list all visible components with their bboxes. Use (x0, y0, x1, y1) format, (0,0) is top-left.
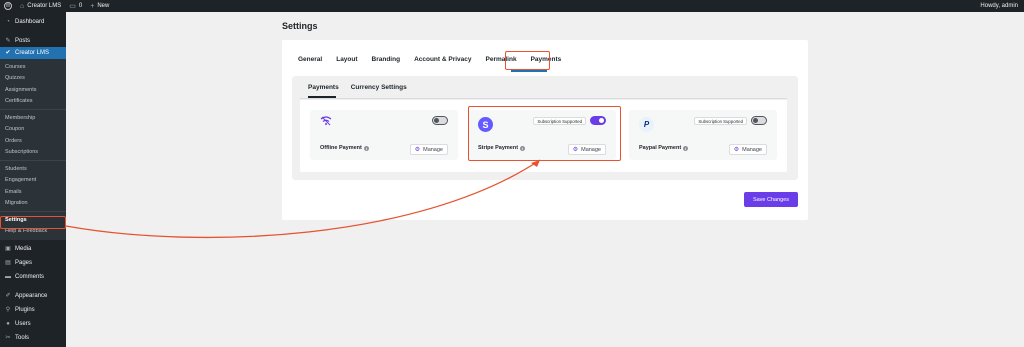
submenu-orders[interactable]: Orders (0, 135, 66, 147)
submenu-engagement[interactable]: Engagement (0, 175, 66, 187)
pin-icon: ✎ (5, 38, 11, 44)
save-changes-button[interactable]: Save Changes (744, 192, 798, 207)
sidebar-item-media[interactable]: ▣ Media (0, 243, 66, 255)
sidebar-item-tools[interactable]: ✂ Tools (0, 332, 66, 344)
page-title: Settings (282, 21, 318, 31)
pages-icon: ▤ (5, 260, 11, 266)
sidebar-item-plugins[interactable]: ⚲ Plugins (0, 304, 66, 316)
toggle-knob (599, 118, 604, 123)
active-tab-indicator (511, 70, 547, 72)
sidebar-item-appearance[interactable]: ✐ Appearance (0, 290, 66, 302)
payments-subtabs: Payments Currency Settings (308, 84, 419, 91)
tab-account-privacy[interactable]: Account & Privacy (414, 54, 471, 65)
comments-link[interactable]: ▭ 0 (69, 3, 82, 10)
submenu-subscriptions[interactable]: Subscriptions (0, 147, 66, 159)
subscription-badge: Subscription Supported (533, 117, 586, 125)
submenu-emails[interactable]: Emails (0, 186, 66, 198)
submenu-divider (0, 160, 66, 161)
submenu-migration[interactable]: Migration (0, 198, 66, 210)
tab-permalink[interactable]: Permalink (486, 54, 517, 65)
submenu-courses[interactable]: Courses (0, 61, 66, 73)
sidebar-item-posts[interactable]: ✎ Posts (0, 35, 66, 47)
creator-lms-icon: ✔ (5, 50, 11, 56)
gear-icon: ⚙ (733, 146, 740, 153)
submenu-divider (0, 211, 66, 212)
toggle-knob (753, 118, 758, 123)
brush-icon: ✐ (5, 293, 11, 299)
subscription-badge: Subscription Supported (694, 117, 747, 125)
info-icon[interactable]: i (363, 145, 369, 151)
info-icon[interactable]: i (683, 145, 689, 151)
gateway-card-paypal: P Subscription Supported Paypal Payment … (629, 110, 777, 160)
toggle-knob (434, 118, 439, 123)
submenu-assignments[interactable]: Assignments (0, 84, 66, 96)
stripe-manage-button[interactable]: ⚙ Manage (567, 144, 606, 155)
plus-icon: + (90, 2, 95, 10)
site-name-link[interactable]: ⌂ Creator LMS (20, 3, 61, 10)
media-icon: ▣ (5, 246, 11, 252)
gateway-card-offline: Offline Payment i ⚙ Manage (310, 110, 458, 160)
comments-icon: ▬ (5, 274, 11, 280)
wordpress-logo-icon[interactable]: W (4, 2, 12, 10)
sidebar-item-dashboard[interactable]: ◔ Dashboard (0, 16, 66, 28)
submenu-students[interactable]: Students (0, 163, 66, 175)
sidebar-item-pages[interactable]: ▤ Pages (0, 257, 66, 269)
active-subtab-indicator (308, 96, 336, 98)
paypal-logo: P (639, 117, 654, 132)
info-icon[interactable]: i (520, 145, 526, 151)
home-icon: ⌂ (20, 2, 25, 10)
stripe-logo: S (478, 117, 493, 132)
subtab-payments[interactable]: Payments (308, 84, 339, 91)
gear-icon: ⚙ (414, 146, 421, 153)
admin-bar: W ⌂ Creator LMS ▭ 0 + New Howdy, admin (0, 0, 1024, 12)
stripe-payment-toggle[interactable] (590, 116, 606, 125)
creator-lms-submenu: Courses Quizzes Assignments Certificates… (0, 59, 66, 240)
paypal-manage-button[interactable]: ⚙ Manage (728, 144, 767, 155)
users-icon: ● (6, 321, 10, 327)
paypal-payment-toggle[interactable] (751, 116, 767, 125)
subtab-currency-settings[interactable]: Currency Settings (351, 84, 407, 91)
submenu-coupon[interactable]: Coupon (0, 124, 66, 136)
submenu-certificates[interactable]: Certificates (0, 96, 66, 108)
payments-section: Payments Currency Settings Offline Payme… (292, 76, 798, 180)
submenu-quizzes[interactable]: Quizzes (0, 73, 66, 85)
wrench-icon: ✂ (5, 335, 11, 341)
tab-general[interactable]: General (298, 54, 322, 65)
howdy-account-link[interactable]: Howdy, admin (980, 0, 1018, 12)
tab-branding[interactable]: Branding (372, 54, 401, 65)
gateway-name: Stripe Payment i (478, 145, 526, 151)
submenu-divider (0, 109, 66, 110)
subtab-divider (300, 98, 787, 99)
tab-layout[interactable]: Layout (336, 54, 357, 65)
submenu-membership[interactable]: Membership (0, 112, 66, 124)
gateway-card-stripe: S Subscription Supported Stripe Payment … (468, 110, 616, 160)
sidebar-item-users[interactable]: ● Users (0, 318, 66, 330)
settings-tabs: General Layout Branding Account & Privac… (298, 54, 575, 65)
submenu-settings[interactable]: Settings (0, 214, 66, 226)
gateway-name: Offline Payment i (320, 145, 369, 151)
offline-manage-button[interactable]: ⚙ Manage (409, 144, 448, 155)
gateway-name: Paypal Payment i (639, 145, 689, 151)
comment-bubble-icon: ▭ (69, 2, 76, 10)
offline-payment-toggle[interactable] (432, 116, 448, 125)
tab-payments[interactable]: Payments (531, 54, 562, 65)
plugin-icon: ⚲ (5, 307, 11, 313)
dashboard-icon: ◔ (6, 19, 10, 25)
sidebar-item-creator-lms[interactable]: ✔ Creator LMS (0, 47, 66, 59)
new-content-link[interactable]: + New (90, 3, 109, 10)
admin-sidebar: ◔ Dashboard ✎ Posts ✔ Creator LMS Course… (0, 12, 66, 347)
settings-panel: General Layout Branding Account & Privac… (282, 40, 808, 220)
sidebar-item-comments[interactable]: ▬ Comments (0, 271, 66, 283)
submenu-help-feedback[interactable]: Help & Feedback (0, 226, 66, 238)
gear-icon: ⚙ (572, 146, 579, 153)
gateway-cards: Offline Payment i ⚙ Manage S Subscriptio… (300, 100, 787, 172)
wifi-icon (320, 116, 332, 126)
